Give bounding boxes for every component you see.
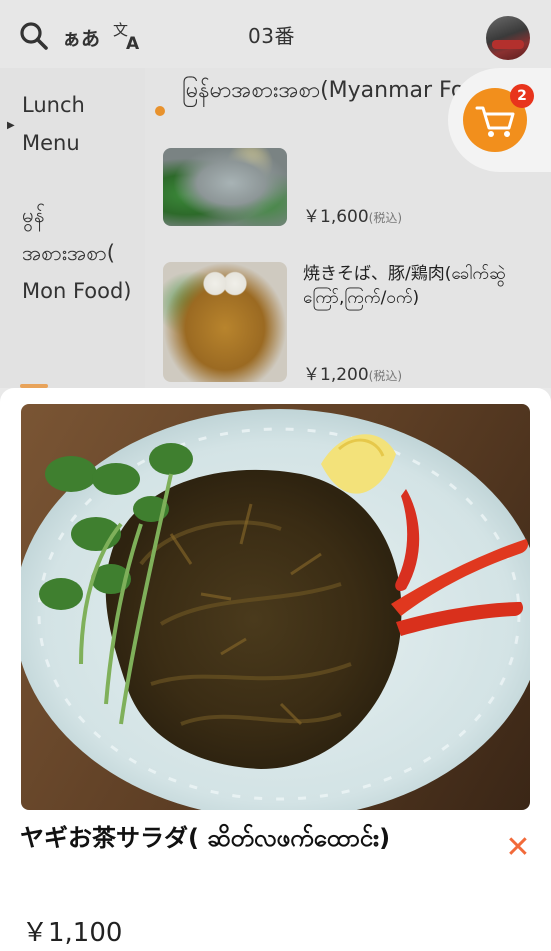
cart-count-badge: 2 xyxy=(510,84,534,108)
category-sidebar: ▶ Lunch Menu မွန် အစားအစာ( Mon Food) xyxy=(0,68,145,388)
selected-arrow-icon: ▶ xyxy=(7,120,15,131)
item-detail-sheet: ヤギお茶サラダ( ဆိတ်လဖက်ထောင်း) ✕ ￥1,100 xyxy=(0,388,551,951)
sidebar-item-mon-food[interactable]: မွန် အစားအစာ( Mon Food) xyxy=(22,196,140,310)
sidebar-item-lunch-menu[interactable]: Lunch Menu xyxy=(22,86,132,162)
item-price: ￥1,600(税込) xyxy=(303,207,403,227)
translate-icon[interactable]: 文 A xyxy=(112,20,146,52)
dish-illustration xyxy=(21,409,530,810)
item-detail-name: ヤギお茶サラダ( ဆိတ်လဖက်ထောင်း) xyxy=(20,824,391,852)
item-detail-price: ￥1,100 xyxy=(22,918,123,948)
item-thumbnail[interactable] xyxy=(163,262,287,382)
item-thumbnail[interactable] xyxy=(163,148,287,226)
text-size-button[interactable]: ぁあ xyxy=(62,24,100,51)
svg-text:A: A xyxy=(126,34,140,52)
avatar[interactable] xyxy=(486,16,530,60)
table-number: 03番 xyxy=(248,24,295,48)
close-icon[interactable]: ✕ xyxy=(503,833,533,863)
top-bar: ぁあ 文 A 03番 xyxy=(0,0,551,68)
search-icon[interactable] xyxy=(18,20,50,52)
section-dot xyxy=(155,106,165,116)
item-price: ￥1,200(税込) xyxy=(303,365,403,385)
dish-photo xyxy=(21,404,530,810)
item-name: 焼きそば、豚/鶏肉(ခေါက်ဆွဲကြော်,ကြက်/ဝက်) xyxy=(303,264,506,308)
